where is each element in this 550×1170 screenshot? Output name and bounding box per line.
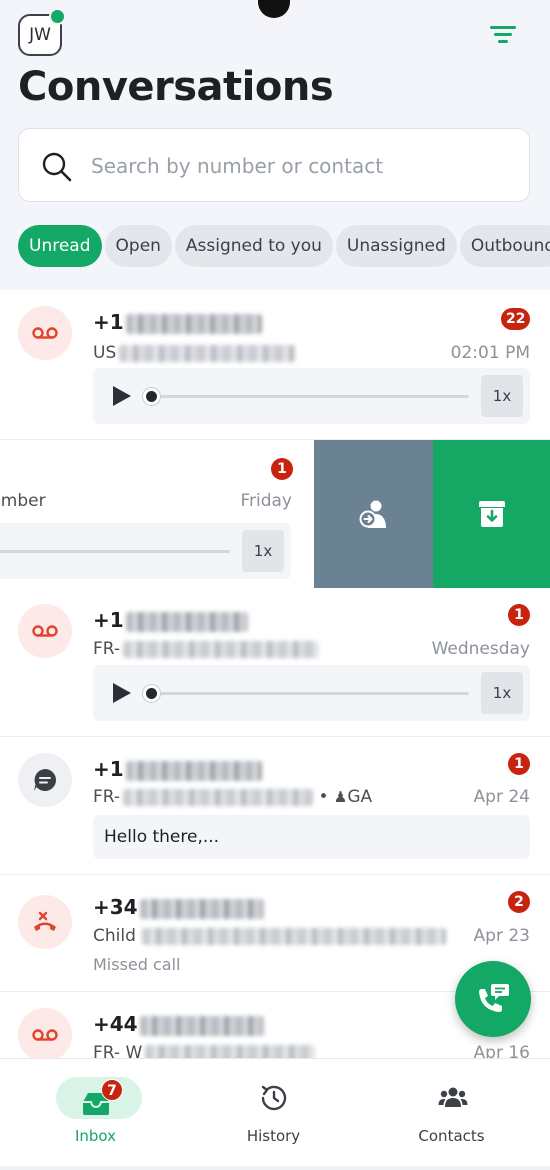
conversation-row[interactable]: +1 US 22 02:01 PM 1x bbox=[0, 290, 550, 440]
conversation-time: 02:01 PM bbox=[450, 343, 530, 363]
conversation-phone: +1 bbox=[93, 757, 262, 781]
avatar-initials: JW bbox=[29, 25, 51, 45]
tab-contacts-label: Contacts bbox=[418, 1127, 485, 1145]
swiped-row-content[interactable]: 1 umber Friday 1x bbox=[0, 440, 314, 588]
phone-message-icon bbox=[479, 984, 509, 1012]
audio-scrubber[interactable] bbox=[143, 685, 160, 702]
inbox-badge: 7 bbox=[101, 1079, 123, 1101]
unread-badge: 22 bbox=[501, 308, 531, 330]
camera-notch bbox=[258, 0, 290, 18]
assignee-initials: GA bbox=[347, 787, 373, 807]
tab-history[interactable]: History bbox=[182, 1059, 365, 1170]
playback-speed-button[interactable]: 1x bbox=[481, 672, 523, 714]
system-home-bar bbox=[0, 1166, 550, 1170]
missed-call-icon bbox=[18, 895, 72, 949]
search-icon bbox=[42, 152, 72, 182]
conversation-subtitle: US bbox=[93, 343, 296, 363]
conversation-subtitle: umber bbox=[0, 491, 46, 511]
filter-chip-unread[interactable]: Unread bbox=[18, 225, 102, 267]
conversation-time: Wednesday bbox=[431, 639, 530, 659]
archive-action-button[interactable] bbox=[433, 440, 550, 588]
assign-action-button[interactable] bbox=[314, 440, 433, 588]
play-icon[interactable] bbox=[113, 683, 131, 703]
conversation-subtitle: FR- • ♟GA bbox=[93, 787, 373, 807]
tab-inbox-label: Inbox bbox=[74, 1127, 117, 1145]
conversation-row-swiped[interactable]: 1 umber Friday 1x bbox=[0, 440, 550, 588]
message-icon bbox=[18, 753, 72, 807]
filter-chip-unassigned[interactable]: Unassigned bbox=[335, 225, 457, 267]
filter-icon[interactable] bbox=[490, 24, 516, 46]
conversation-subtitle: FR- bbox=[93, 639, 320, 659]
assign-user-icon bbox=[359, 500, 386, 528]
voicemail-icon bbox=[18, 1008, 72, 1062]
new-call-button[interactable] bbox=[455, 961, 531, 1037]
search-box[interactable] bbox=[18, 128, 530, 202]
audio-track[interactable] bbox=[151, 692, 469, 695]
unread-badge: 1 bbox=[508, 604, 530, 626]
archive-icon bbox=[478, 501, 505, 527]
assignee-icon: ♟ bbox=[333, 788, 348, 806]
missed-call-status: Missed call bbox=[93, 955, 181, 974]
message-preview: Hello there,... bbox=[93, 815, 530, 859]
unread-badge: 2 bbox=[508, 891, 530, 913]
history-icon bbox=[261, 1085, 287, 1111]
conversation-phone: +34 bbox=[93, 895, 264, 919]
tab-contacts[interactable]: Contacts bbox=[360, 1059, 543, 1170]
unread-badge: 1 bbox=[508, 753, 530, 775]
tab-history-label: History bbox=[246, 1127, 301, 1145]
voicemail-player: 1x bbox=[0, 523, 291, 579]
page-title: Conversations bbox=[18, 64, 334, 110]
bottom-tab-bar: 7 Inbox History Contacts bbox=[0, 1058, 550, 1170]
filter-chip-outbound[interactable]: Outbound bbox=[459, 225, 550, 267]
conversation-subtitle: Child bbox=[93, 926, 446, 946]
filter-chip-assigned-to-you[interactable]: Assigned to you bbox=[174, 225, 333, 267]
conversation-phone: +1 bbox=[93, 608, 248, 632]
search-input[interactable] bbox=[91, 147, 511, 185]
online-status-dot bbox=[49, 8, 66, 25]
filter-chips: Unread Open Assigned to you Unassigned Outbo… bbox=[18, 225, 550, 269]
voicemail-player: 1x bbox=[93, 368, 530, 424]
conversation-time: Apr 24 bbox=[473, 787, 530, 807]
header-area: JW Conversations UnreadOpenAssigned to y… bbox=[0, 0, 550, 290]
voicemail-icon bbox=[18, 306, 72, 360]
conversation-time: Apr 23 bbox=[473, 926, 530, 946]
conversation-time: Friday bbox=[240, 491, 292, 511]
filter-chip-open[interactable]: Open bbox=[104, 225, 172, 267]
subtitle-separator: • bbox=[318, 787, 329, 807]
playback-speed-button[interactable]: 1x bbox=[481, 375, 523, 417]
unread-badge: 1 bbox=[271, 458, 293, 480]
audio-scrubber[interactable] bbox=[143, 388, 160, 405]
play-icon[interactable] bbox=[113, 386, 131, 406]
voicemail-icon bbox=[18, 604, 72, 658]
audio-track[interactable] bbox=[0, 550, 230, 553]
conversation-phone: +44 bbox=[93, 1012, 264, 1036]
tab-inbox[interactable]: 7 Inbox bbox=[4, 1059, 187, 1170]
audio-track[interactable] bbox=[151, 395, 469, 398]
contacts-icon bbox=[438, 1087, 468, 1107]
voicemail-player: 1x bbox=[93, 665, 530, 721]
playback-speed-button[interactable]: 1x bbox=[242, 530, 284, 572]
app-root: JW Conversations UnreadOpenAssigned to y… bbox=[0, 0, 550, 1170]
conversation-phone: +1 bbox=[93, 310, 262, 334]
conversation-row[interactable]: +1 FR- 1 Wednesday 1x bbox=[0, 588, 550, 737]
conversation-row[interactable]: +1 FR- • ♟GA 1 Apr 24 Hello there,... bbox=[0, 737, 550, 875]
